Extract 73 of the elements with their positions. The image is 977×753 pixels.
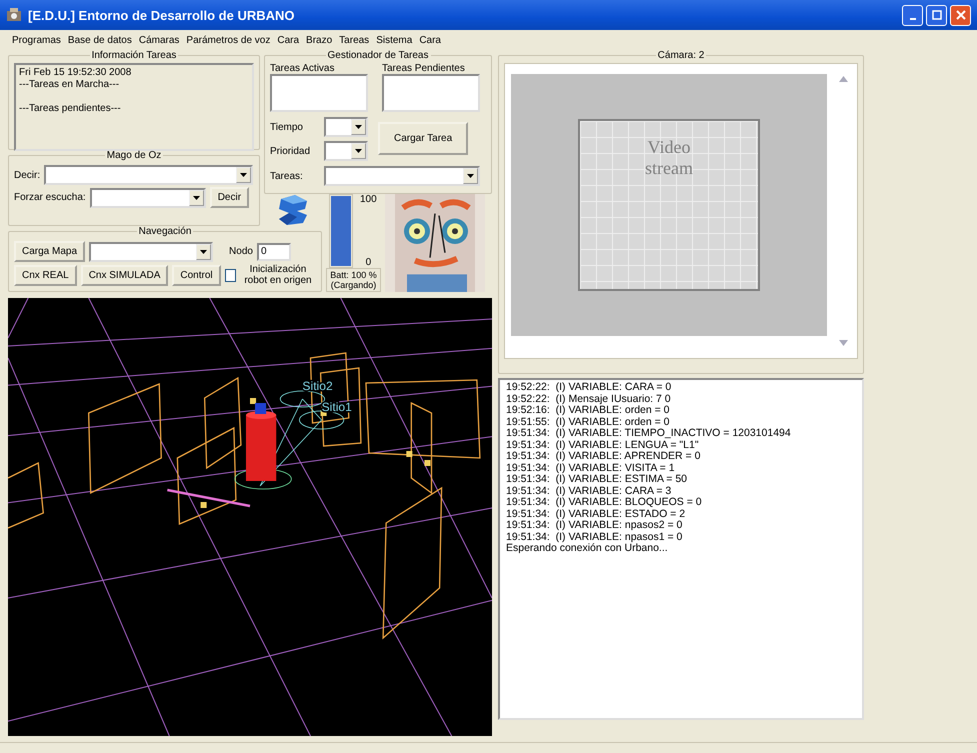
- checkbox[interactable]: [224, 268, 236, 282]
- placeholder-text: Video: [648, 137, 690, 158]
- real-connection-button[interactable]: Cnx REAL: [14, 264, 77, 286]
- log-line: 19:52:16: (I) VARIABLE: orden = 0: [506, 405, 671, 416]
- scroll-up-icon: [838, 76, 848, 82]
- listen-dropdown[interactable]: [90, 188, 206, 208]
- group-title: Información Tareas: [90, 50, 178, 61]
- time-dropdown[interactable]: [324, 117, 368, 137]
- log-line: 19:51:34: (I) VARIABLE: TIEMPO_INACTIVO = 1203101494: [506, 428, 792, 440]
- group-title: Cámara: 2: [656, 50, 706, 61]
- log-line: 19:52:22: (I) Mensaje IUsuario: 7 0: [506, 394, 672, 404]
- field-label: Forzar escucha:: [14, 192, 86, 203]
- say-button[interactable]: Decir: [210, 187, 250, 208]
- scale-max-label: 100: [360, 194, 377, 205]
- load-task-button[interactable]: Cargar Tarea: [378, 122, 468, 154]
- log-line: 19:51:55: (I) VARIABLE: orden = 0: [506, 416, 671, 428]
- tasks-dropdown[interactable]: [324, 166, 480, 186]
- scroll-down-icon: [838, 340, 848, 346]
- app-icon: [6, 7, 22, 23]
- menu-item[interactable]: Cámaras: [138, 34, 180, 46]
- info-line: Fri Feb 15 19:52:30 2008: [19, 67, 132, 78]
- menu-item[interactable]: Tareas: [339, 34, 370, 46]
- log-line: 19:51:34: (I) VARIABLE: CARA = 3: [506, 486, 672, 496]
- field-label: Decir:: [14, 170, 40, 180]
- battery-text: Batt: 100 %: [330, 270, 377, 280]
- group-title: Gestionador de Tareas: [326, 50, 430, 61]
- field-label: Tareas:: [270, 170, 304, 182]
- load-map-button[interactable]: Carga Mapa: [14, 241, 86, 262]
- info-line: ---Tareas en Marcha---: [19, 79, 120, 90]
- field-label: Nodo: [229, 246, 253, 257]
- node-field[interactable]: 0: [256, 242, 291, 260]
- active-tasks-box[interactable]: [270, 74, 368, 112]
- log-line: 19:51:34: (I) VARIABLE: APRENDER = 0: [506, 451, 702, 462]
- field-label: Tareas Activas: [270, 63, 336, 74]
- log-line: 19:52:22: (I) VARIABLE: CARA = 0: [506, 382, 672, 394]
- log-line: 19:51:34: (I) VARIABLE: npasos1 = 0: [506, 532, 684, 542]
- close-icon: [956, 10, 966, 20]
- close-button[interactable]: [950, 4, 971, 26]
- checkbox-label: Inicialización robot en origen: [243, 264, 313, 286]
- menu-item[interactable]: Sistema: [376, 34, 412, 46]
- priority-dropdown[interactable]: [324, 141, 368, 161]
- log-line: 19:51:34: (I) VARIABLE: LENGUA = "L1": [506, 440, 700, 450]
- menu-item[interactable]: Cara: [419, 34, 441, 46]
- menu-item[interactable]: Base de datos: [68, 34, 132, 46]
- field-label: Tiempo: [270, 122, 304, 132]
- control-button[interactable]: Control: [172, 264, 221, 286]
- log-line: Esperando conexión con Urbano...: [506, 543, 669, 554]
- charging-text: (Cargando): [330, 280, 376, 290]
- menu-item[interactable]: Brazo: [306, 34, 332, 46]
- menu-item[interactable]: Programas: [12, 34, 61, 46]
- group-title: Mago de Oz: [106, 150, 162, 161]
- field-label: Tareas Pendientes: [382, 63, 466, 74]
- log-line: 19:51:34: (I) VARIABLE: npasos2 = 0: [506, 520, 684, 532]
- map-dropdown[interactable]: [89, 242, 214, 262]
- window-title: [E.D.U.] Entorno de Desarrollo de URBANO: [28, 8, 295, 22]
- log-line: 19:51:34: (I) VARIABLE: ESTADO = 2: [506, 508, 686, 520]
- minimize-button[interactable]: [902, 4, 923, 26]
- menu-item[interactable]: Cara: [277, 34, 300, 46]
- simulated-connection-button[interactable]: Cnx SIMULADA: [80, 264, 168, 286]
- group-title: Navegación: [138, 226, 192, 237]
- minimize-icon: [910, 18, 916, 20]
- scale-min-label: 0: [366, 257, 372, 268]
- log-line: 19:51:34: (I) VARIABLE: VISITA = 1: [506, 462, 676, 474]
- maximize-button[interactable]: [926, 4, 947, 26]
- field-label: Prioridad: [270, 146, 312, 156]
- pending-tasks-box[interactable]: [382, 74, 480, 112]
- log-line: 19:51:34: (I) VARIABLE: ESTIMA = 50: [506, 474, 688, 486]
- placeholder-text: stream: [645, 158, 693, 179]
- menu-item[interactable]: Parámetros de voz: [186, 34, 270, 46]
- maximize-icon: [932, 10, 942, 20]
- say-dropdown[interactable]: [44, 165, 254, 185]
- log-line: 19:51:34: (I) VARIABLE: BLOQUEOS = 0: [506, 497, 703, 508]
- info-line: ---Tareas pendientes---: [19, 103, 121, 114]
